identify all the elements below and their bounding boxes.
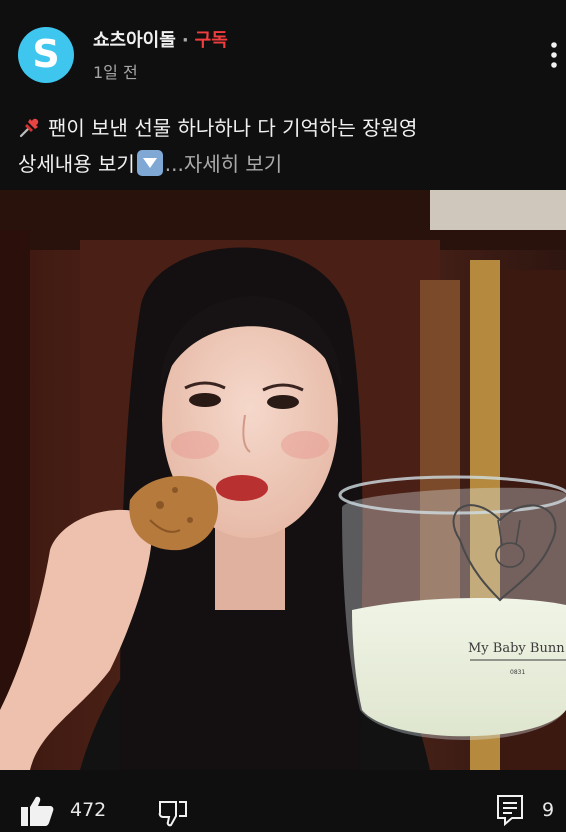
channel-row: 쇼츠아이돌 · 구독 [93, 28, 228, 54]
caption-title: 팬이 보낸 선물 하나하나 다 기억하는 장원영 [48, 116, 418, 140]
subscribe-button[interactable]: 구독 [195, 30, 228, 51]
post-time: 1일 전 [93, 63, 138, 82]
mug-small-text: 0831 [510, 669, 525, 676]
post-caption: 팬이 보낸 선물 하나하나 다 기억하는 장원영 상세내용 보기 ...자세히 보… [18, 112, 558, 180]
thumbs-down-icon [158, 801, 187, 827]
comment-button[interactable]: 9 [496, 790, 554, 830]
thumbs-up-icon [21, 796, 54, 826]
channel-avatar[interactable]: S [18, 27, 74, 83]
like-button[interactable]: 472 [20, 790, 106, 830]
pushpin-icon [18, 115, 42, 148]
separator-dot: · [181, 30, 189, 51]
community-post: S 쇼츠아이돌 · 구독 1일 전 팬이 보낸 선물 하나하나 다 기억하는 장… [0, 0, 566, 832]
photo: My Baby Bunn 0831 [0, 190, 566, 770]
more-options-button[interactable] [540, 40, 566, 72]
channel-name[interactable]: 쇼츠아이돌 [93, 30, 176, 51]
read-more-link[interactable]: ...자세히 보기 [165, 152, 282, 176]
vertical-dots-icon [551, 42, 557, 68]
caption-detail-line: 상세내용 보기 ...자세히 보기 [18, 148, 558, 180]
caption-detail: 상세내용 보기 [18, 152, 135, 176]
svg-text:S: S [32, 32, 59, 76]
post-image[interactable]: My Baby Bunn 0831 [0, 190, 566, 770]
mug-text: My Baby Bunn [468, 641, 565, 656]
channel-logo-icon: S [32, 32, 59, 76]
like-count: 472 [70, 799, 107, 821]
dislike-button[interactable] [158, 798, 188, 832]
caption-title-line: 팬이 보낸 선물 하나하나 다 기억하는 장원영 [18, 112, 558, 148]
post-header: S 쇼츠아이돌 · 구독 1일 전 [0, 0, 566, 100]
action-bar: 472 9 [0, 790, 566, 832]
comment-icon [497, 795, 523, 826]
down-arrow-box-icon [136, 150, 163, 176]
comment-count: 9 [542, 799, 555, 821]
